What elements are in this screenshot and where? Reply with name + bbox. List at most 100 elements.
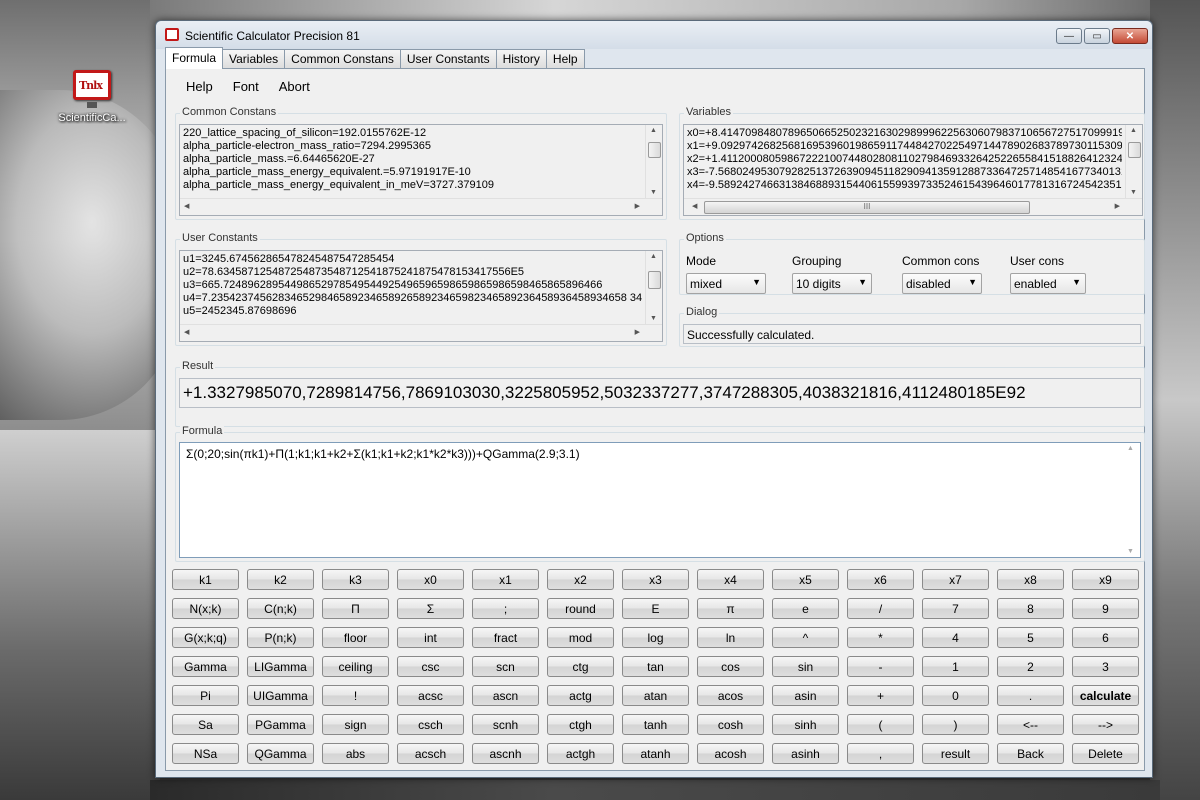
scrollbar-thumb[interactable]: III bbox=[704, 201, 1030, 214]
user-constants-list[interactable]: u1=3245.674562865478245487547285454 u2=7… bbox=[179, 250, 663, 342]
key-2[interactable]: 2 bbox=[997, 656, 1064, 677]
key-x9[interactable]: x9 bbox=[1072, 569, 1139, 590]
key-sum[interactable]: Σ bbox=[397, 598, 464, 619]
key-log[interactable]: log bbox=[622, 627, 689, 648]
key-sinh[interactable]: sinh bbox=[772, 714, 839, 735]
key-x0[interactable]: x0 bbox=[397, 569, 464, 590]
key-8[interactable]: 8 bbox=[997, 598, 1064, 619]
key-atanh[interactable]: atanh bbox=[622, 743, 689, 764]
tab-common-constants[interactable]: Common Constans bbox=[284, 49, 401, 69]
horizontal-scrollbar[interactable]: ◀ III ▶ bbox=[684, 198, 1142, 215]
grouping-select[interactable]: 10 digits ▼ bbox=[792, 273, 872, 294]
scroll-right-icon[interactable]: ▶ bbox=[635, 202, 640, 210]
mode-select[interactable]: mixed ▼ bbox=[686, 273, 766, 294]
formula-input[interactable]: Σ(0;20;sin(πk1)+Π(1;k1;k1+k2+Σ(k1;k1+k2;… bbox=[179, 442, 1141, 558]
key-divide[interactable]: / bbox=[847, 598, 914, 619]
key-5[interactable]: 5 bbox=[997, 627, 1064, 648]
key-x2[interactable]: x2 bbox=[547, 569, 614, 590]
key-result[interactable]: result bbox=[922, 743, 989, 764]
key-e[interactable]: E bbox=[622, 598, 689, 619]
key-x6[interactable]: x6 bbox=[847, 569, 914, 590]
menu-help[interactable]: Help bbox=[176, 77, 223, 96]
tab-formula[interactable]: Formula bbox=[165, 47, 224, 69]
key-scn[interactable]: scn bbox=[472, 656, 539, 677]
key-fract[interactable]: fract bbox=[472, 627, 539, 648]
key-n-x-k[interactable]: N(x;k) bbox=[172, 598, 239, 619]
key-mod[interactable]: mod bbox=[547, 627, 614, 648]
key-k1[interactable]: k1 bbox=[172, 569, 239, 590]
vertical-scrollbar[interactable]: ▲ ▼ bbox=[645, 125, 662, 198]
key-cursor-right[interactable]: --> bbox=[1072, 714, 1139, 735]
scroll-down-icon[interactable]: ▼ bbox=[650, 189, 657, 196]
key-comma[interactable]: , bbox=[847, 743, 914, 764]
key-x3[interactable]: x3 bbox=[622, 569, 689, 590]
menu-abort[interactable]: Abort bbox=[269, 77, 320, 96]
key-4[interactable]: 4 bbox=[922, 627, 989, 648]
key-9[interactable]: 9 bbox=[1072, 598, 1139, 619]
key-pgamma[interactable]: PGamma bbox=[247, 714, 314, 735]
scroll-down-icon[interactable]: ▼ bbox=[1130, 189, 1137, 196]
key-asin[interactable]: asin bbox=[772, 685, 839, 706]
key-asinh[interactable]: asinh bbox=[772, 743, 839, 764]
key-floor[interactable]: floor bbox=[322, 627, 389, 648]
key-e[interactable]: e bbox=[772, 598, 839, 619]
key-1[interactable]: 1 bbox=[922, 656, 989, 677]
key-cursor-left[interactable]: <-- bbox=[997, 714, 1064, 735]
scroll-down-icon[interactable]: ▼ bbox=[1127, 548, 1134, 555]
scroll-left-icon[interactable]: ◀ bbox=[692, 202, 697, 210]
key-sign[interactable]: sign bbox=[322, 714, 389, 735]
key-calculate-button[interactable]: calculate bbox=[1072, 685, 1139, 706]
scrollbar-thumb[interactable] bbox=[648, 142, 661, 158]
key-actgh[interactable]: actgh bbox=[547, 743, 614, 764]
menu-font[interactable]: Font bbox=[223, 77, 269, 96]
key-tanh[interactable]: tanh bbox=[622, 714, 689, 735]
key-scnh[interactable]: scnh bbox=[472, 714, 539, 735]
key-plus[interactable]: + bbox=[847, 685, 914, 706]
result-field[interactable]: +1.3327985070,7289814756,7869103030,3225… bbox=[179, 378, 1141, 408]
key-x1[interactable]: x1 bbox=[472, 569, 539, 590]
scroll-down-icon[interactable]: ▼ bbox=[650, 315, 657, 322]
formula-vertical-scrollbar[interactable]: ▲ ▼ bbox=[1123, 443, 1140, 557]
scrollbar-thumb[interactable] bbox=[648, 271, 661, 289]
key-k3[interactable]: k3 bbox=[322, 569, 389, 590]
key-x8[interactable]: x8 bbox=[997, 569, 1064, 590]
close-button[interactable]: ✕ bbox=[1112, 28, 1148, 44]
key-gamma[interactable]: Gamma bbox=[172, 656, 239, 677]
key-open-paren[interactable]: ( bbox=[847, 714, 914, 735]
key-factorial[interactable]: ! bbox=[322, 685, 389, 706]
key-nsa[interactable]: NSa bbox=[172, 743, 239, 764]
app-icon[interactable] bbox=[165, 28, 179, 41]
user-cons-select[interactable]: enabled ▼ bbox=[1010, 273, 1086, 294]
key-abs[interactable]: abs bbox=[322, 743, 389, 764]
key-actg[interactable]: actg bbox=[547, 685, 614, 706]
tab-variables[interactable]: Variables bbox=[222, 49, 286, 69]
key-acos[interactable]: acos bbox=[697, 685, 764, 706]
key-k2[interactable]: k2 bbox=[247, 569, 314, 590]
tab-help[interactable]: Help bbox=[545, 49, 585, 69]
key-sin[interactable]: sin bbox=[772, 656, 839, 677]
key-pi-symbol[interactable]: π bbox=[697, 598, 764, 619]
title-bar[interactable]: Scientific Calculator Precision 81 — ▭ ✕ bbox=[156, 21, 1152, 49]
key-qgamma[interactable]: QGamma bbox=[247, 743, 314, 764]
key-csc[interactable]: csc bbox=[397, 656, 464, 677]
desktop-shortcut-scientific-calculator[interactable]: Tnlx ScientificCa... bbox=[52, 68, 132, 124]
key-c-n-k[interactable]: C(n;k) bbox=[247, 598, 314, 619]
scroll-left-icon[interactable]: ◀ bbox=[184, 202, 189, 210]
key-acosh[interactable]: acosh bbox=[697, 743, 764, 764]
key-ctg[interactable]: ctg bbox=[547, 656, 614, 677]
key-ascnh[interactable]: ascnh bbox=[472, 743, 539, 764]
key-power[interactable]: ^ bbox=[772, 627, 839, 648]
scroll-up-icon[interactable]: ▲ bbox=[1130, 127, 1137, 134]
key-6[interactable]: 6 bbox=[1072, 627, 1139, 648]
key-back[interactable]: Back bbox=[997, 743, 1064, 764]
key-ln[interactable]: ln bbox=[697, 627, 764, 648]
vertical-scrollbar[interactable]: ▲ ▼ bbox=[645, 251, 662, 324]
common-constants-list[interactable]: 220_lattice_spacing_of_silicon=192.01557… bbox=[179, 124, 663, 216]
key-decimal-point[interactable]: . bbox=[997, 685, 1064, 706]
variables-list[interactable]: x0=+8.4147098480789650665250232163029899… bbox=[683, 124, 1143, 216]
key-round[interactable]: round bbox=[547, 598, 614, 619]
key-ctgh[interactable]: ctgh bbox=[547, 714, 614, 735]
tab-history[interactable]: History bbox=[495, 49, 547, 69]
key-ascn[interactable]: ascn bbox=[472, 685, 539, 706]
key-csch[interactable]: csch bbox=[397, 714, 464, 735]
